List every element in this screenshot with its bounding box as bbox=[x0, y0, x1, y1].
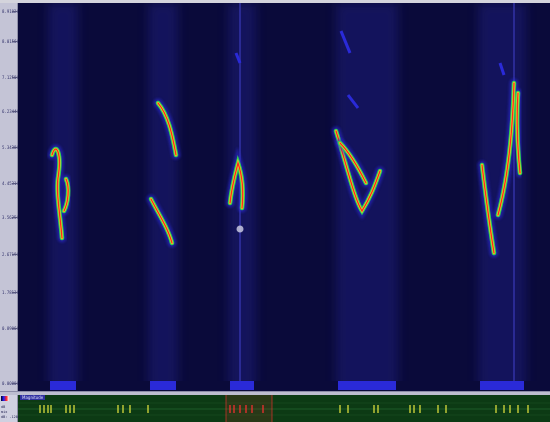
magnitude-track[interactable]: Magnitude bbox=[18, 395, 550, 422]
frequency-axis: 8.9102k 8.0156k 7.1250k 6.2344k 5.3438k 4.453… bbox=[0, 3, 19, 391]
legend-line-1: dB bbox=[1, 405, 6, 409]
selection-region[interactable] bbox=[226, 395, 272, 422]
colormap-swatch bbox=[1, 396, 9, 401]
signal-column bbox=[48, 3, 78, 391]
baseline-energy-block bbox=[480, 381, 524, 390]
legend-line-3: dB: -120 bbox=[1, 415, 18, 419]
spectrogram-view[interactable] bbox=[18, 3, 550, 391]
spectrogram-baseline bbox=[18, 381, 550, 391]
baseline-energy-block bbox=[230, 381, 254, 390]
baseline-energy-block bbox=[338, 381, 396, 390]
legend-line-2: mix bbox=[1, 410, 8, 414]
baseline-energy-block bbox=[150, 381, 176, 390]
spectrogram-background bbox=[18, 3, 550, 391]
baseline-energy-block bbox=[50, 381, 76, 390]
track-legend: dB mix dB: -120 bbox=[0, 395, 18, 422]
cursor-marker-icon[interactable] bbox=[236, 225, 244, 233]
track-label: Magnitude bbox=[20, 395, 46, 400]
